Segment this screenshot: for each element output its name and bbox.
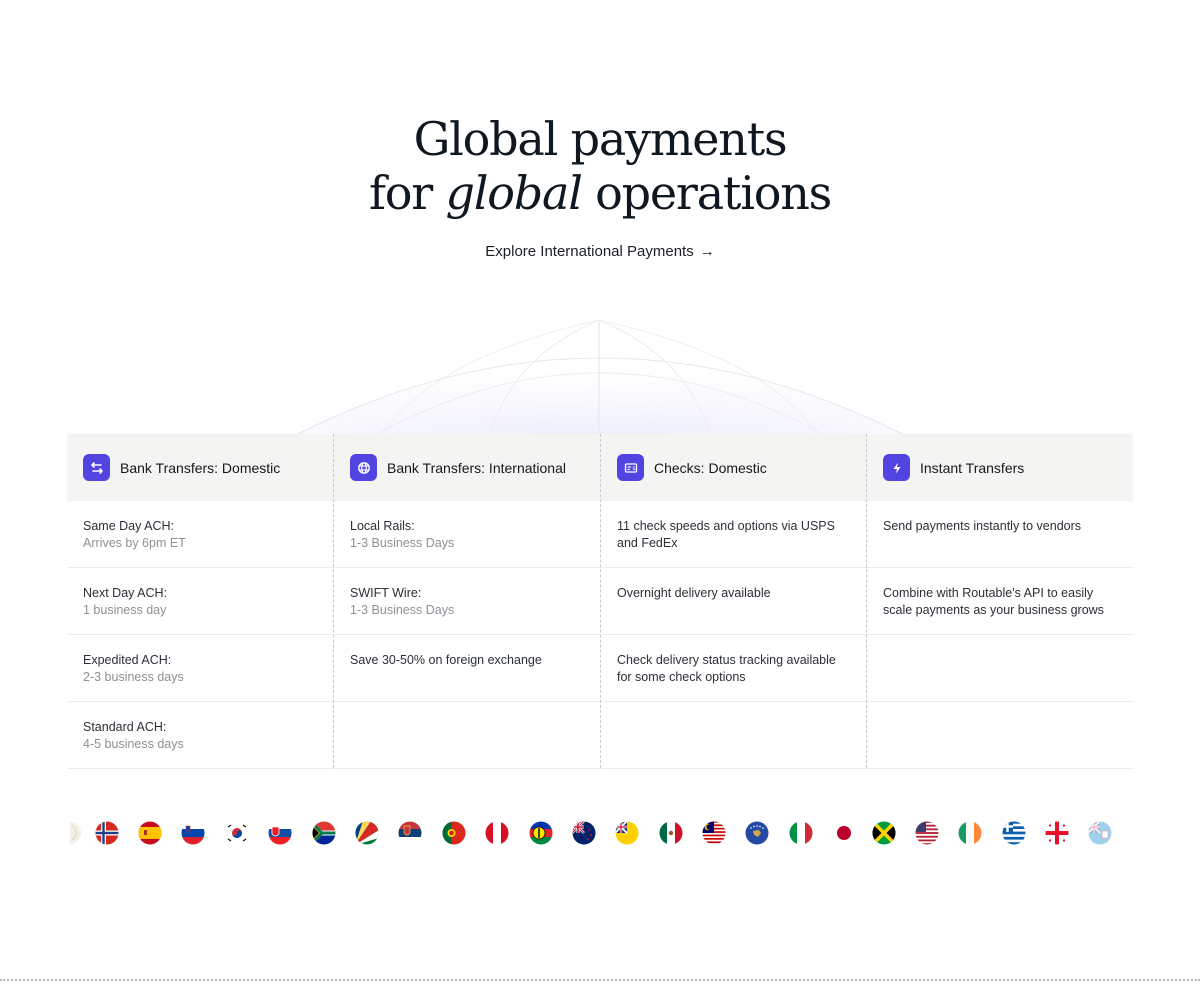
feature-label: Same Day ACH:: [83, 519, 175, 533]
feature-label: 11 check speeds and options via USPS and…: [617, 519, 835, 550]
lightning-bolt-icon: [883, 454, 910, 481]
new-zealand-flag-icon: [572, 821, 596, 845]
country-flags-strip: [0, 818, 1200, 848]
column-title: Bank Transfers: International: [387, 459, 566, 476]
slovenia-flag-icon: [181, 821, 205, 845]
feature-detail: 1 business day: [83, 602, 167, 617]
feature-label: Save 30-50% on foreign exchange: [350, 653, 542, 667]
greece-flag-icon: [1002, 821, 1026, 845]
column-title: Bank Transfers: Domestic: [120, 459, 281, 476]
feature-cell: Local Rails: 1-3 Business Days: [334, 501, 600, 568]
column-header: Bank Transfers: International: [334, 434, 600, 501]
fiji-flag-icon: [1088, 821, 1112, 845]
feature-detail: 2-3 business days: [83, 669, 184, 684]
feature-label: Expedited ACH:: [83, 653, 172, 667]
seychelles-flag-icon: [355, 821, 379, 845]
feature-cell: Send payments instantly to vendors: [867, 501, 1134, 568]
italy-flag-icon: [789, 821, 813, 845]
peru-flag-icon: [485, 821, 509, 845]
feature-label: Overnight delivery available: [617, 586, 771, 600]
serbia-flag-icon: [398, 821, 422, 845]
globe-icon: [350, 454, 377, 481]
feature-cell: Save 30-50% on foreign exchange: [334, 635, 600, 702]
feature-label: Next Day ACH:: [83, 586, 168, 600]
title-line-2-prefix: for: [368, 166, 446, 220]
feature-detail: 4-5 business days: [83, 736, 184, 751]
feature-detail: 1-3 Business Days: [350, 535, 455, 550]
column-title: Checks: Domestic: [654, 459, 767, 476]
feature-cell: Next Day ACH: 1 business day: [67, 568, 333, 635]
payment-methods-grid: Bank Transfers: Domestic Same Day ACH: Ar…: [67, 434, 1134, 769]
niue-flag-icon: [615, 821, 639, 845]
georgia-flag-icon: [1045, 821, 1069, 845]
page-title: Global payments for global operations: [0, 112, 1200, 220]
mexico-flag-icon: [659, 821, 683, 845]
norway-flag-icon: [95, 821, 119, 845]
column-checks-domestic: $ Checks: Domestic 11 check speeds and o…: [600, 434, 867, 769]
section-divider: [0, 979, 1200, 981]
column-bank-transfers-international: Bank Transfers: International Local Rail…: [333, 434, 600, 769]
feature-label: Standard ACH:: [83, 720, 167, 734]
japan-flag-icon: [832, 821, 856, 845]
south-korea-flag-icon: [225, 821, 249, 845]
arrow-right-icon: →: [699, 243, 715, 260]
feature-cell: Expedited ACH: 2-3 business days: [67, 635, 333, 702]
feature-label: Check delivery status tracking available…: [617, 653, 836, 684]
feature-cell: Same Day ACH: Arrives by 6pm ET: [67, 501, 333, 568]
feature-cell: SWIFT Wire: 1-3 Business Days: [334, 568, 600, 635]
feature-cell: [867, 635, 1134, 702]
title-line-2-suffix: operations: [581, 166, 832, 220]
column-header: Instant Transfers: [867, 434, 1134, 501]
explore-link-label: Explore International Payments: [485, 243, 694, 260]
feature-cell: Standard ACH: 4-5 business days: [67, 702, 333, 769]
feature-cell: 11 check speeds and options via USPS and…: [601, 501, 867, 568]
spain-flag-icon: [138, 821, 162, 845]
feature-label: Combine with Routable's API to easily sc…: [883, 586, 1104, 617]
column-instant-transfers: Instant Transfers Send payments instantl…: [866, 434, 1134, 769]
feature-cell: Overnight delivery available: [601, 568, 867, 635]
svg-text:$: $: [632, 466, 636, 472]
explore-international-payments-link[interactable]: Explore International Payments →: [0, 243, 1200, 260]
column-header: $ Checks: Domestic: [601, 434, 867, 501]
new-caledonia-flag-icon: [529, 821, 553, 845]
feature-cell: [334, 702, 600, 769]
feature-cell: [601, 702, 867, 769]
feature-detail: Arrives by 6pm ET: [83, 535, 186, 550]
feature-cell: [867, 702, 1134, 769]
column-bank-transfers-domestic: Bank Transfers: Domestic Same Day ACH: Ar…: [67, 434, 333, 769]
united-states-flag-icon: [915, 821, 939, 845]
check-document-icon: $: [617, 454, 644, 481]
feature-label: Local Rails:: [350, 519, 415, 533]
partial-flag-icon: [70, 822, 81, 844]
slovakia-flag-icon: [268, 821, 292, 845]
arrows-exchange-icon: [83, 454, 110, 481]
column-header: Bank Transfers: Domestic: [67, 434, 333, 501]
feature-cell: Check delivery status tracking available…: [601, 635, 867, 702]
feature-cell: Combine with Routable's API to easily sc…: [867, 568, 1134, 635]
jamaica-flag-icon: [872, 821, 896, 845]
feature-detail: 1-3 Business Days: [350, 602, 455, 617]
title-line-1: Global payments: [413, 112, 788, 166]
feature-label: Send payments instantly to vendors: [883, 519, 1082, 533]
column-title: Instant Transfers: [920, 459, 1025, 476]
ireland-flag-icon: [958, 821, 982, 845]
title-line-2-italic: global: [445, 166, 582, 220]
south-africa-flag-icon: [312, 821, 336, 845]
portugal-flag-icon: [442, 821, 466, 845]
malaysia-flag-icon: [702, 821, 726, 845]
kosovo-flag-icon: [745, 821, 769, 845]
globe-illustration: [289, 319, 911, 438]
feature-label: SWIFT Wire:: [350, 586, 422, 600]
